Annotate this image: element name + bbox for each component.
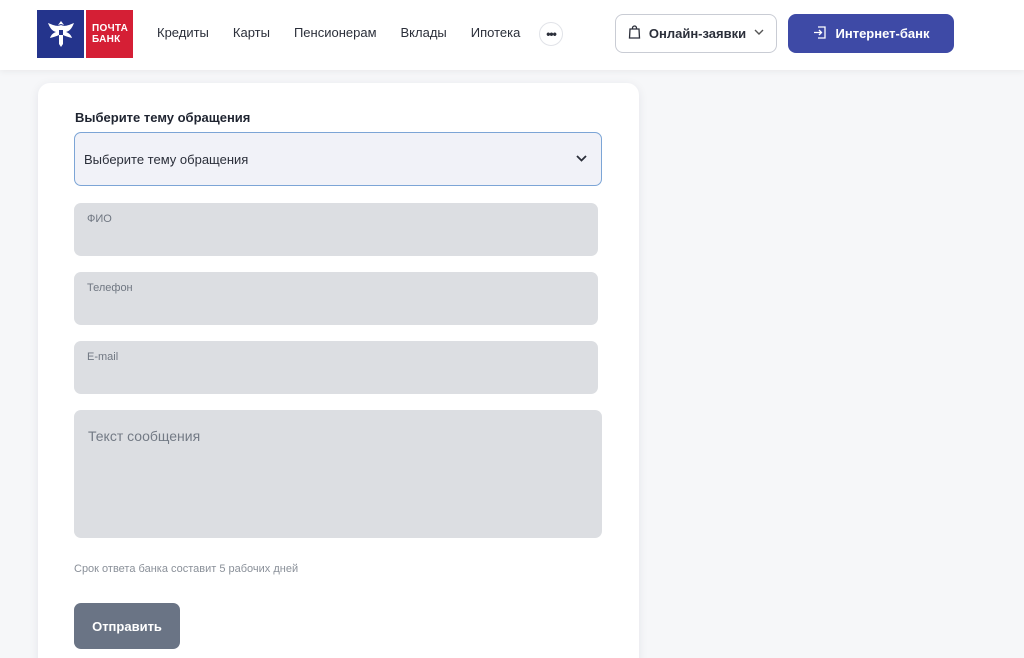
message-placeholder: Текст сообщения: [88, 428, 201, 444]
page: ПОЧТА БАНК Кредиты Карты Пенсионерам Вкл…: [0, 0, 1024, 658]
topic-select[interactable]: Выберите тему обращения: [74, 132, 602, 186]
phone-field[interactable]: Телефон: [74, 272, 598, 325]
login-icon: [813, 25, 826, 42]
feedback-form-card: Выберите тему обращения Выберите тему об…: [38, 83, 639, 658]
online-applications-label: Онлайн-заявки: [648, 26, 747, 41]
full-name-field[interactable]: ФИО: [74, 203, 598, 256]
nav-item-deposits[interactable]: Вклады: [401, 25, 447, 40]
submit-button[interactable]: Отправить: [74, 603, 180, 649]
nav-item-pensioners[interactable]: Пенсионерам: [294, 25, 377, 40]
message-textarea[interactable]: Текст сообщения: [74, 410, 602, 538]
full-name-label: ФИО: [87, 213, 112, 225]
nav-item-cards[interactable]: Карты: [233, 25, 270, 40]
online-applications-button[interactable]: Онлайн-заявки: [615, 14, 777, 53]
chevron-down-icon: [576, 153, 587, 165]
chevron-down-icon: [754, 28, 764, 39]
main-nav: Кредиты Карты Пенсионерам Вклады Ипотека: [157, 25, 544, 40]
phone-label: Телефон: [87, 282, 133, 294]
more-dots-icon[interactable]: •••: [539, 22, 563, 46]
nav-item-mortgage[interactable]: Ипотека: [471, 25, 521, 40]
logo-line-2: БАНК: [92, 34, 121, 45]
logo-line-1: ПОЧТА: [92, 23, 129, 34]
logo-wordmark: ПОЧТА БАНК: [86, 10, 133, 58]
internet-bank-label: Интернет-банк: [835, 26, 930, 41]
site-header: ПОЧТА БАНК Кредиты Карты Пенсионерам Вкл…: [0, 0, 1024, 70]
eagle-emblem-icon: [37, 10, 84, 58]
topic-title: Выберите тему обращения: [75, 110, 251, 125]
nav-item-credits[interactable]: Кредиты: [157, 25, 209, 40]
internet-bank-button[interactable]: Интернет-банк: [788, 14, 954, 53]
pochta-bank-logo[interactable]: ПОЧТА БАНК: [37, 10, 133, 58]
bag-icon: [628, 25, 641, 42]
topic-select-value: Выберите тему обращения: [84, 151, 249, 167]
response-time-hint: Срок ответа банка составит 5 рабочих дне…: [74, 563, 299, 575]
email-field[interactable]: E-mail: [74, 341, 598, 394]
email-label: E-mail: [87, 351, 119, 363]
